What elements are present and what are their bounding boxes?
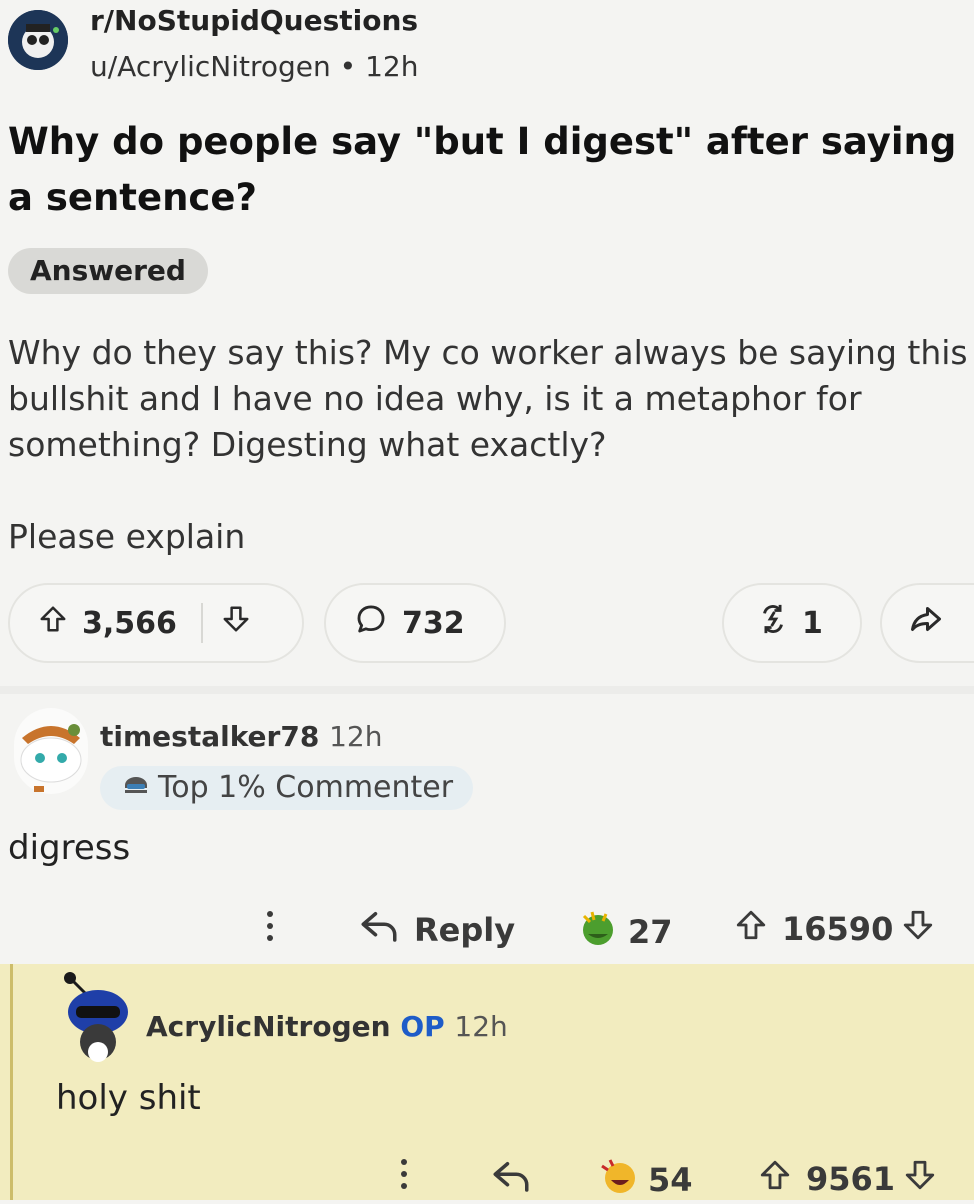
comment-award[interactable]: 27: [572, 908, 673, 956]
comment-author: timestalker78 12h: [100, 720, 382, 753]
badge-label: Top 1% Commenter: [158, 770, 454, 805]
op-comment-vote: 9561: [758, 1158, 937, 1200]
comment-text: digress: [8, 828, 131, 868]
commenter-avatar[interactable]: [14, 708, 88, 794]
comment-age: 12h: [329, 720, 383, 753]
reply-arrow-icon: [358, 908, 400, 952]
op-more-options-icon: [396, 1154, 412, 1202]
comment-username[interactable]: timestalker78: [100, 720, 319, 753]
upvote-icon[interactable]: [38, 604, 68, 642]
post-comment-separator: [0, 686, 974, 694]
subreddit-avatar-icon: [8, 10, 68, 70]
op-comment-award[interactable]: 54: [596, 1156, 693, 1204]
subreddit-avatar[interactable]: [8, 10, 68, 70]
downvote-icon[interactable]: [221, 604, 251, 642]
op-username[interactable]: AcrylicNitrogen: [146, 1010, 391, 1043]
op-snoo-icon: [64, 972, 128, 1062]
post-body: Why do they say this? My co worker alway…: [8, 333, 968, 464]
op-tag: OP: [400, 1010, 445, 1043]
vote-divider: [200, 603, 203, 643]
share-button[interactable]: [880, 583, 974, 663]
comment-upvote-icon[interactable]: [734, 908, 768, 950]
laughing-award-icon: [596, 1156, 642, 1204]
op-downvote-icon[interactable]: [903, 1158, 937, 1200]
snoo-avatar-icon: [20, 724, 82, 792]
reply-button[interactable]: Reply: [358, 908, 515, 952]
comments-button[interactable]: 732: [324, 583, 506, 663]
op-comment-text: holy shit: [56, 1078, 201, 1118]
op-comment-author: AcrylicNitrogen OP 12h: [146, 1010, 508, 1043]
award-icon: [756, 602, 790, 644]
commenter-badge[interactable]: Top 1% Commenter: [100, 766, 474, 810]
comment-award-count: 27: [628, 913, 673, 951]
op-reply-arrow-icon: [490, 1158, 532, 1202]
thread-line[interactable]: [10, 964, 13, 1200]
op-comment-score: 9561: [806, 1160, 896, 1198]
post-age: 12h: [365, 50, 419, 83]
op-award-count: 54: [648, 1161, 693, 1199]
subreddit-name[interactable]: r/NoStupidQuestions: [90, 4, 418, 37]
comment-downvote-icon[interactable]: [901, 908, 935, 950]
comment-count: 732: [402, 605, 465, 641]
comment-vote: 16590: [734, 908, 935, 950]
post-author[interactable]: u/AcrylicNitrogen: [90, 50, 331, 83]
post-meta: u/AcrylicNitrogen • 12h: [90, 50, 418, 83]
award-count: 1: [802, 605, 823, 641]
upvote-count: 3,566: [82, 605, 177, 641]
op-reply-button[interactable]: [490, 1158, 532, 1202]
post-title[interactable]: Why do people say "but I digest" after s…: [8, 114, 968, 226]
comment-bubble-icon: [354, 602, 388, 644]
op-upvote-icon[interactable]: [758, 1158, 792, 1200]
more-options-icon[interactable]: [262, 906, 278, 954]
share-arrow-icon: [908, 601, 944, 645]
reply-label: Reply: [414, 911, 516, 949]
comment-score: 16590: [782, 910, 894, 948]
op-avatar[interactable]: [60, 968, 130, 1062]
op-comment-age: 12h: [454, 1010, 508, 1043]
badge-icon: [122, 766, 150, 810]
vote-pill: 3,566: [8, 583, 304, 663]
post-flair[interactable]: Answered: [8, 248, 208, 294]
post-body-closing: Please explain: [8, 517, 246, 556]
comment-actions: [262, 906, 278, 954]
award-emoji-icon: [572, 908, 622, 956]
op-comment-more[interactable]: [396, 1154, 412, 1202]
award-button[interactable]: 1: [722, 583, 862, 663]
meta-dot: •: [339, 50, 366, 83]
